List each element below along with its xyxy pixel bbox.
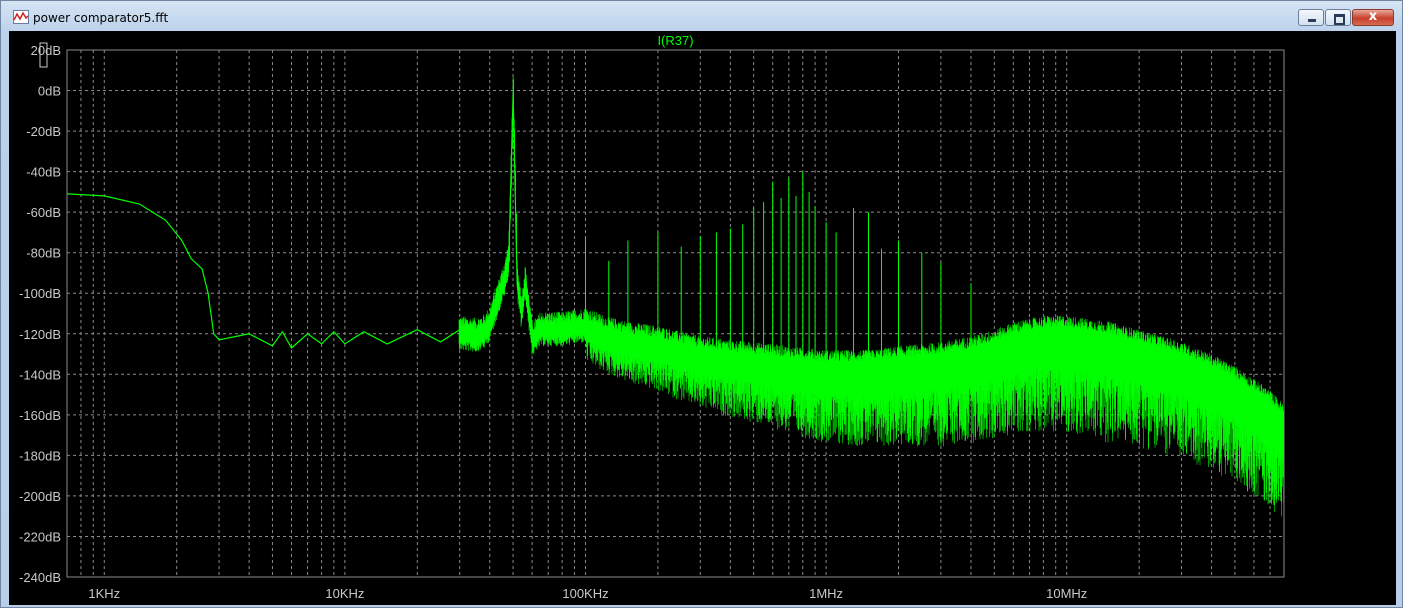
x-tick-label: 1KHz <box>88 586 120 601</box>
fft-chart[interactable]: 20dB 0dB -20dB -40dB -60dB -80dB -100dB -120dB -… <box>9 31 1396 605</box>
y-tick-label: -140dB <box>19 367 61 382</box>
noise-band <box>458 76 1284 517</box>
app-window: power comparator5.fft x 20dB 0dB -20dB -40d… <box>0 0 1403 608</box>
y-tick-label: -220dB <box>19 529 61 544</box>
close-button[interactable]: x <box>1352 9 1394 26</box>
y-tick-label: -240dB <box>19 570 61 585</box>
chart-title: I(R37) <box>657 33 693 48</box>
y-tick-label: -20dB <box>26 124 61 139</box>
x-tick-label: 10KHz <box>325 586 364 601</box>
window-controls: x <box>1297 9 1394 27</box>
waveform-app-icon <box>13 10 29 24</box>
maximize-button[interactable] <box>1325 9 1351 26</box>
plot-pane[interactable]: 20dB 0dB -20dB -40dB -60dB -80dB -100dB -120dB -… <box>9 31 1396 605</box>
y-tick-label: -100dB <box>19 286 61 301</box>
close-icon: x <box>1368 9 1378 24</box>
window-title: power comparator5.fft <box>33 11 169 25</box>
y-tick-label: -80dB <box>26 246 61 261</box>
title-bar[interactable]: power comparator5.fft x <box>1 1 1402 31</box>
minimize-icon <box>1308 19 1316 22</box>
y-tick-label: 0dB <box>38 84 61 99</box>
y-tick-label: -180dB <box>19 448 61 463</box>
y-tick-label: -120dB <box>19 327 61 342</box>
x-tick-label: 100KHz <box>562 586 608 601</box>
y-tick-label: 20dB <box>31 43 61 58</box>
y-tick-label: -200dB <box>19 489 61 504</box>
x-tick-label: 1MHz <box>809 586 843 601</box>
y-tick-label: -160dB <box>19 408 61 423</box>
y-tick-label: -40dB <box>26 165 61 180</box>
y-tick-label: -60dB <box>26 205 61 220</box>
x-tick-label: 10MHz <box>1046 586 1087 601</box>
maximize-icon <box>1334 14 1345 25</box>
minimize-button[interactable] <box>1298 9 1324 26</box>
